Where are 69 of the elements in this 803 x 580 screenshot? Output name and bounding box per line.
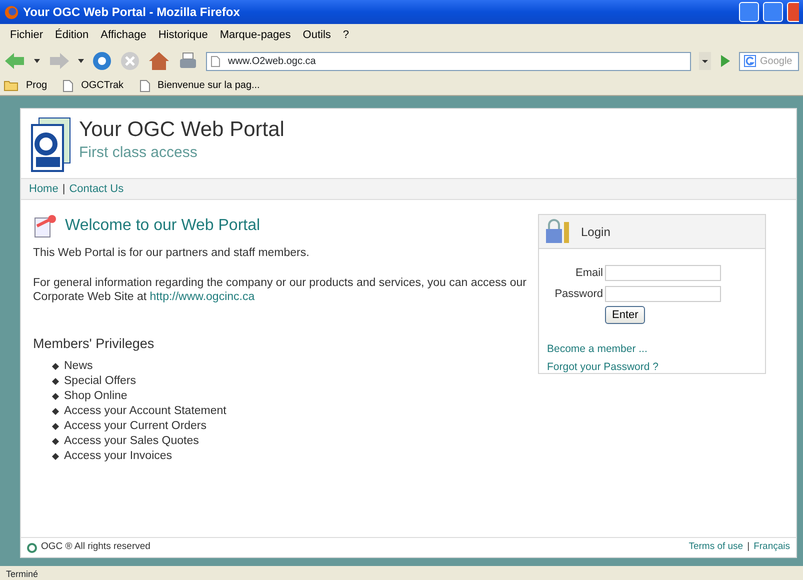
list-item: Shop Online [64, 390, 128, 402]
enter-button[interactable]: Enter [605, 306, 646, 324]
logo-icon [31, 117, 71, 172]
minimize-button[interactable] [739, 2, 759, 22]
nav-link[interactable]: Contact Us [69, 180, 124, 198]
page-icon [63, 80, 74, 92]
nav-link[interactable]: Home [29, 180, 58, 198]
link[interactable]: Forgot your Password ? [547, 361, 658, 373]
footer-link[interactable]: Terms of use [688, 541, 744, 552]
field-label: Password [554, 286, 604, 302]
dropdown-icon[interactable] [699, 52, 711, 70]
logo-icon [27, 542, 37, 552]
home-icon[interactable] [148, 51, 170, 71]
input-field[interactable] [605, 286, 721, 302]
paragraph: For general information regarding the company or our products and services, you can access our Corporate Web Site at http://www.ogcinc.ca [33, 276, 528, 304]
page-icon [140, 80, 150, 92]
input-field[interactable] [605, 265, 721, 282]
caret-icon[interactable] [78, 59, 84, 63]
bullet-icon [52, 422, 60, 430]
menu-item[interactable]: Fichier [4, 26, 50, 44]
firefox-icon [4, 4, 19, 20]
page-icon [211, 56, 220, 66]
menu-item[interactable]: Édition [49, 26, 95, 44]
bookmark-link[interactable]: Bienvenue sur la pag... [154, 78, 264, 93]
caret-icon[interactable] [34, 59, 40, 63]
list-item: Access your Current Orders [64, 420, 207, 432]
copyright-text: OGC ® All rights reserved [41, 540, 152, 554]
field-label: Email [574, 266, 604, 281]
bookmark-link[interactable]: OGCTrak [77, 78, 128, 93]
list-item: Special Offers [64, 375, 136, 388]
bullet-icon [52, 362, 60, 370]
paragraph: This Web Portal is for our partners and staff members. [33, 246, 310, 260]
window-title: Your OGC Web Portal - Mozilla Firefox [23, 4, 241, 21]
separator: | [747, 541, 750, 552]
menu-item[interactable]: Marque-pages [214, 26, 297, 44]
bullet-icon [52, 378, 60, 385]
list-item: Access your Invoices [64, 450, 172, 462]
list-item: Access your Account Statement [64, 405, 226, 418]
back-icon[interactable] [4, 51, 26, 71]
bullet-icon [52, 452, 60, 460]
go-icon[interactable] [719, 54, 731, 68]
document-icon [33, 214, 57, 238]
list-item: News [64, 360, 93, 372]
bullet-icon [52, 408, 60, 415]
link[interactable]: http://www.ogcinc.ca [150, 291, 255, 303]
link[interactable]: Become a member ... [547, 343, 648, 355]
maximize-button[interactable] [763, 2, 783, 22]
site-subtitle: First class access [79, 143, 198, 164]
section-heading: Welcome to our Web Portal [65, 216, 260, 236]
bullet-icon [52, 392, 60, 400]
address-field[interactable]: www.O2web.ogc.ca [206, 52, 691, 70]
menu-item[interactable]: ? [336, 26, 356, 44]
bookmark-link[interactable]: Prog [22, 78, 52, 93]
login-title: Login [581, 224, 610, 240]
status-text: Terminé [0, 566, 803, 580]
menu-item[interactable]: Affichage [94, 26, 152, 44]
folder-icon [4, 80, 18, 91]
bullet-icon [52, 438, 60, 445]
google-icon [744, 55, 756, 67]
menu-item[interactable]: Historique [152, 26, 214, 44]
footer-link[interactable]: Français [754, 541, 790, 552]
print-icon[interactable] [178, 51, 198, 71]
reload-icon[interactable] [92, 51, 112, 71]
menu-item[interactable]: Outils [296, 26, 337, 44]
section-heading: Members' Privileges [33, 335, 156, 353]
list-item: Access your Sales Quotes [64, 435, 199, 448]
separator: | [62, 182, 66, 197]
close-button[interactable] [787, 2, 799, 22]
site-title: Your OGC Web Portal [79, 117, 284, 142]
